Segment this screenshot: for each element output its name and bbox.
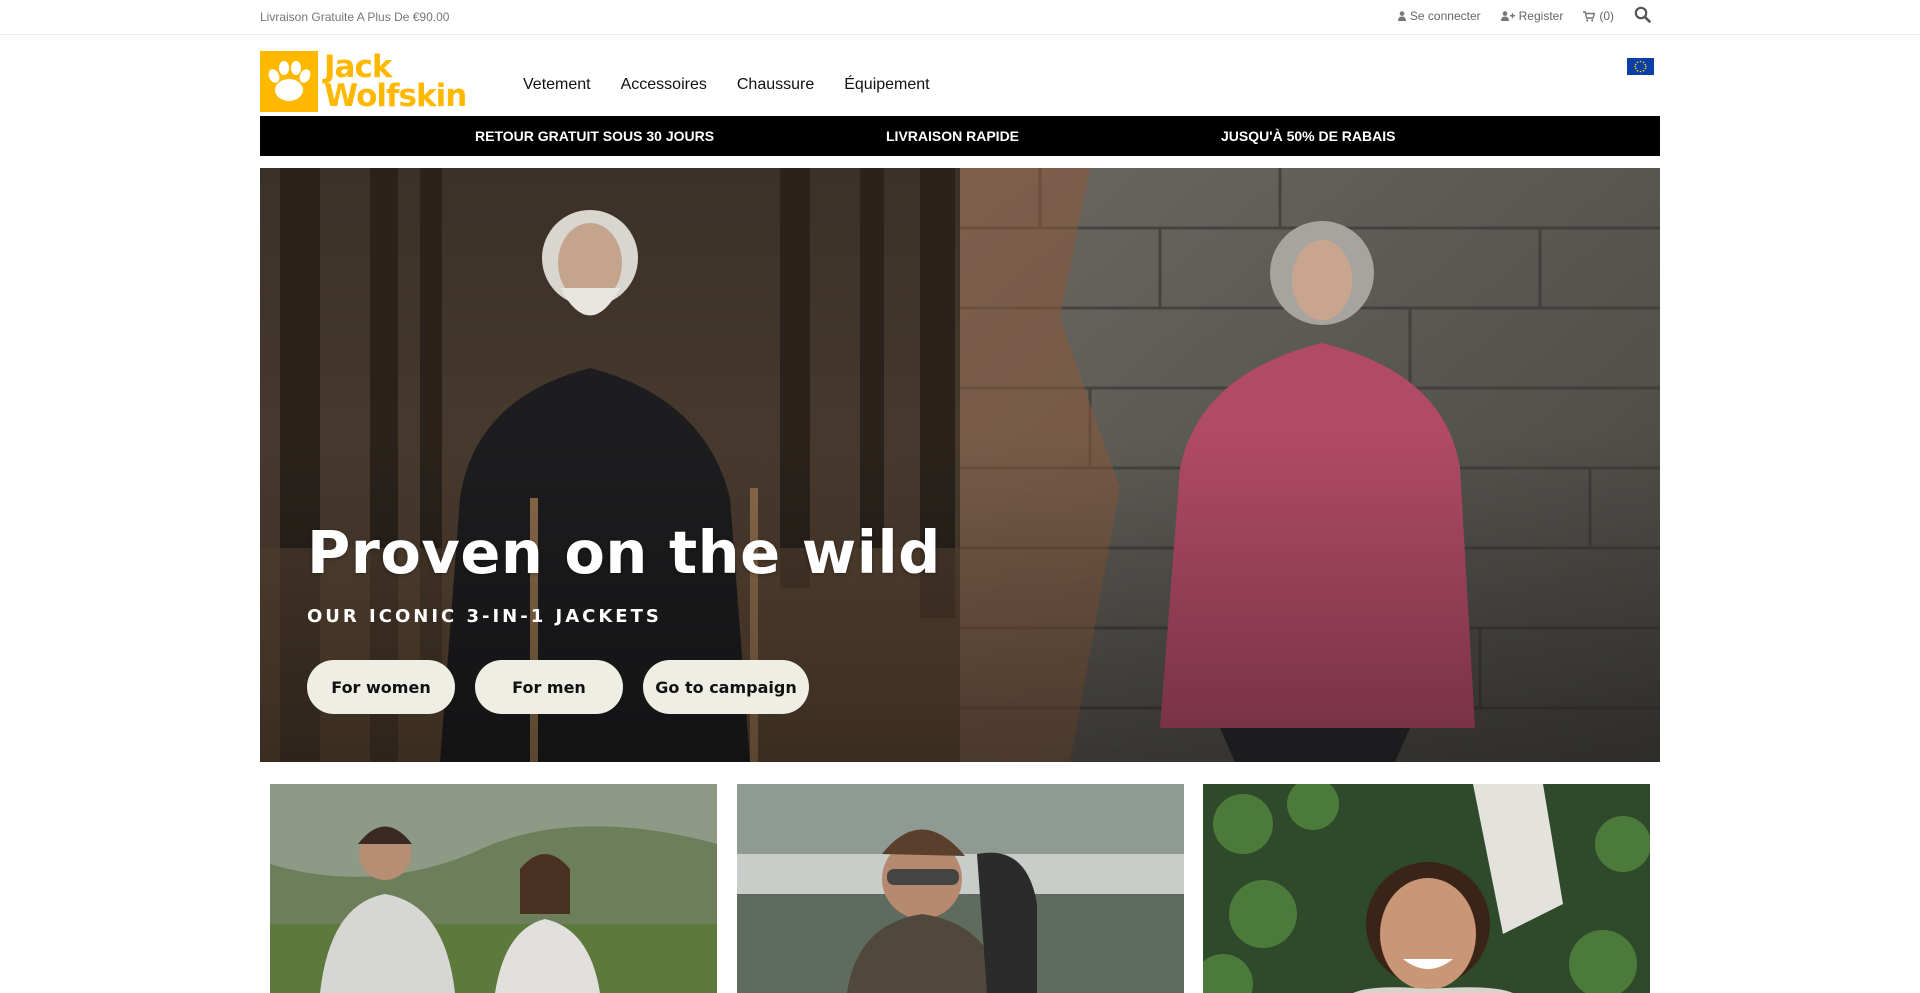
hikers-couple-image bbox=[270, 784, 717, 993]
nav-vetement[interactable]: Vetement bbox=[523, 76, 591, 94]
search-button[interactable] bbox=[1634, 6, 1651, 26]
nav-chaussure[interactable]: Chaussure bbox=[737, 76, 814, 94]
brand-logo[interactable]: Jack Wolfskin bbox=[260, 51, 478, 112]
nav-equipement[interactable]: Équipement bbox=[844, 76, 929, 94]
cart-icon bbox=[1583, 10, 1596, 22]
go-to-campaign-button[interactable]: Go to campaign bbox=[643, 660, 809, 714]
cart-link[interactable]: (0) bbox=[1583, 9, 1614, 23]
hero-banner[interactable]: Proven on the wild OUR ICONIC 3-IN-1 JAC… bbox=[260, 168, 1660, 762]
hero-buttons: For women For men Go to campaign bbox=[307, 660, 809, 714]
account-links: Se connecter Register (0) bbox=[1397, 6, 1651, 26]
user-icon bbox=[1397, 11, 1406, 21]
login-link[interactable]: Se connecter bbox=[1397, 9, 1481, 23]
logo-word-wolfskin: Wolfskin bbox=[324, 77, 467, 114]
register-label: Register bbox=[1518, 9, 1564, 23]
user-plus-icon bbox=[1500, 11, 1515, 21]
top-utility-bar: Livraison Gratuite A Plus De €90.00 Se c… bbox=[0, 0, 1920, 35]
benefits-bar: RETOUR GRATUIT SOUS 30 JOURS LIVRAISON R… bbox=[260, 116, 1660, 156]
category-tile[interactable] bbox=[270, 784, 717, 993]
benefit-discount: JUSQU'À 50% DE RABAIS bbox=[1221, 128, 1396, 144]
paw-logo-icon bbox=[260, 51, 318, 112]
search-icon bbox=[1634, 6, 1651, 26]
cart-count: (0) bbox=[1599, 9, 1614, 23]
login-label: Se connecter bbox=[1409, 9, 1481, 23]
benefit-free-returns: RETOUR GRATUIT SOUS 30 JOURS bbox=[475, 128, 715, 144]
register-link[interactable]: Register bbox=[1500, 9, 1564, 23]
hero-title: Proven on the wild bbox=[307, 518, 941, 587]
for-men-button[interactable]: For men bbox=[475, 660, 623, 714]
benefit-fast-delivery: LIVRAISON RAPIDE bbox=[886, 128, 1020, 144]
hero-subtitle: OUR ICONIC 3-IN-1 JACKETS bbox=[307, 606, 662, 627]
nav-accessoires[interactable]: Accessoires bbox=[621, 76, 707, 94]
hiker-sunglasses-image bbox=[737, 784, 1184, 993]
logo-wordmark: Jack Wolfskin bbox=[324, 51, 467, 114]
category-tile[interactable] bbox=[737, 784, 1184, 993]
for-women-button[interactable]: For women bbox=[307, 660, 455, 714]
smiling-woman-image bbox=[1203, 784, 1650, 993]
main-navigation: Vetement Accessoires Chaussure Équipemen… bbox=[523, 76, 930, 94]
category-tile[interactable] bbox=[1203, 784, 1650, 993]
eu-flag-icon[interactable] bbox=[1627, 58, 1654, 75]
free-shipping-promo: Livraison Gratuite A Plus De €90.00 bbox=[260, 10, 450, 24]
